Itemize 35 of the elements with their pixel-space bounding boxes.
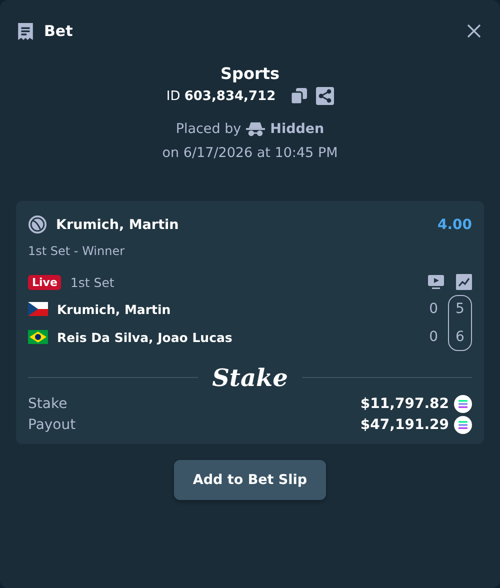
placed-by-user: Hidden bbox=[270, 121, 324, 137]
player-name: Reis Da Silva, Joao Lucas bbox=[57, 330, 232, 344]
placed-by-label: Placed by bbox=[176, 121, 242, 137]
set-score: 6 bbox=[456, 328, 464, 347]
tennis-ball-icon bbox=[28, 215, 47, 234]
coin-icon bbox=[454, 395, 472, 413]
flag-icon bbox=[28, 302, 48, 316]
stats-chart-icon[interactable] bbox=[456, 274, 472, 290]
close-icon[interactable] bbox=[467, 24, 481, 38]
player-name: Krumich, Martin bbox=[57, 302, 171, 316]
amount-value: $11,797.82 bbox=[360, 396, 449, 412]
flag-icon bbox=[28, 330, 48, 344]
coin-icon bbox=[454, 416, 472, 434]
amount-label: Stake bbox=[28, 396, 68, 412]
add-to-bet-slip-button[interactable]: Add to Bet Slip bbox=[174, 460, 326, 500]
game-score: 0 bbox=[429, 329, 438, 345]
amount-label: Payout bbox=[28, 417, 76, 433]
share-icon[interactable] bbox=[316, 87, 334, 105]
game-score: 0 bbox=[429, 301, 438, 317]
set-score: 5 bbox=[456, 300, 464, 319]
placed-date: on 6/17/2026 at 10:45 PM bbox=[162, 145, 338, 161]
copy-icon[interactable] bbox=[290, 87, 308, 105]
bet-category: Sports bbox=[220, 64, 280, 83]
dialog-title: Bet bbox=[44, 22, 73, 40]
odds: 4.00 bbox=[437, 216, 472, 232]
video-icon[interactable] bbox=[428, 274, 444, 290]
selection-name: Krumich, Martin bbox=[56, 216, 179, 232]
stake-logo: Stake bbox=[212, 363, 288, 392]
incognito-icon bbox=[246, 121, 266, 137]
match-period: 1st Set bbox=[70, 274, 114, 290]
market-name: 1st Set - Winner bbox=[28, 244, 126, 258]
live-badge: Live bbox=[28, 274, 62, 290]
receipt-icon bbox=[16, 22, 35, 40]
bet-id: ID 603,834,712 bbox=[166, 88, 276, 104]
amount-value: $47,191.29 bbox=[360, 417, 449, 433]
